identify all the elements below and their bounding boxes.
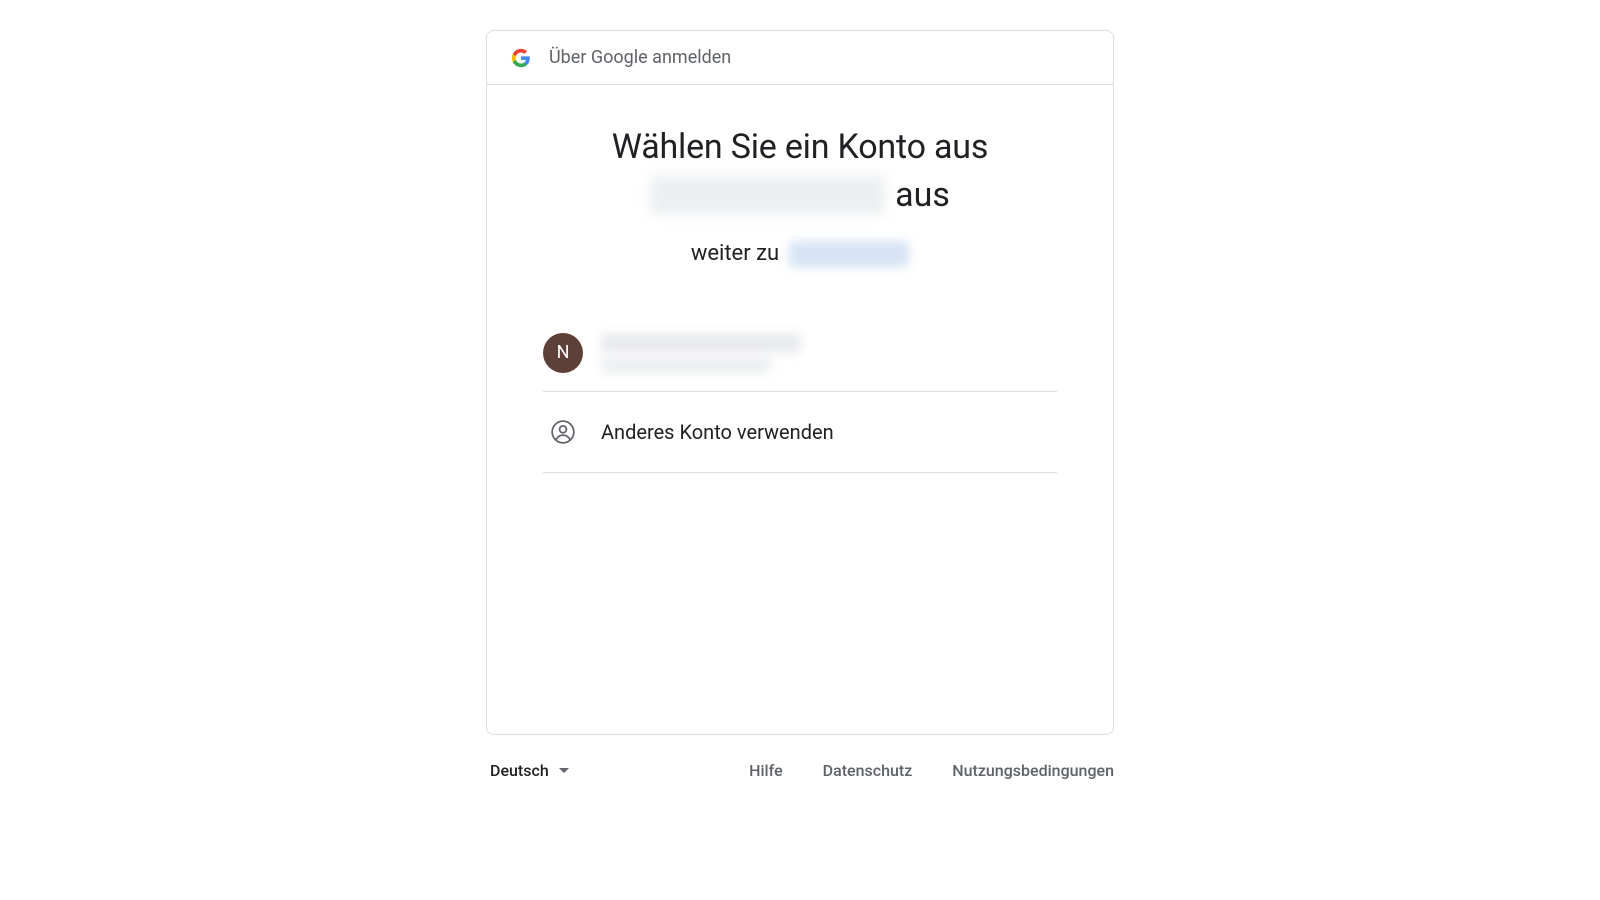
signin-card: Über Google anmelden Wählen Sie ein Kont… [486, 30, 1114, 735]
language-label: Deutsch [490, 761, 549, 780]
account-list: N Anderes Konto verwenden [543, 315, 1057, 473]
footer-links: Hilfe Datenschutz Nutzungsbedingungen [749, 761, 1114, 780]
redacted-account-name [601, 333, 801, 353]
avatar-initial: N [557, 342, 570, 363]
card-body: Wählen Sie ein Konto aus aus weiter zu N [487, 85, 1113, 734]
redacted-account-email [601, 357, 771, 373]
footer: Deutsch Hilfe Datenschutz Nutzungsbeding… [486, 735, 1114, 788]
help-link[interactable]: Hilfe [749, 761, 783, 780]
account-row[interactable]: N [543, 315, 1057, 392]
account-info [601, 333, 801, 373]
language-selector[interactable]: Deutsch [486, 753, 573, 788]
chevron-down-icon [559, 768, 569, 773]
headline-suffix: aus [895, 175, 950, 215]
choose-account-headline: Wählen Sie ein Konto aus [543, 125, 1057, 171]
card-header: Über Google anmelden [487, 31, 1113, 85]
use-other-account-label: Anderes Konto verwenden [601, 420, 834, 444]
privacy-link[interactable]: Datenschutz [823, 761, 913, 780]
use-other-account-row[interactable]: Anderes Konto verwenden [543, 392, 1057, 473]
continue-to-row: weiter zu [543, 241, 1057, 267]
avatar: N [543, 333, 583, 373]
redacted-app-name [789, 241, 909, 267]
google-logo-icon [511, 48, 531, 68]
continue-prefix: weiter zu [691, 241, 779, 266]
card-header-title: Über Google anmelden [549, 47, 731, 68]
person-icon [543, 412, 583, 452]
terms-link[interactable]: Nutzungsbedingungen [952, 761, 1114, 780]
redacted-domain [650, 176, 885, 214]
headline-domain-row: aus [543, 175, 1057, 215]
